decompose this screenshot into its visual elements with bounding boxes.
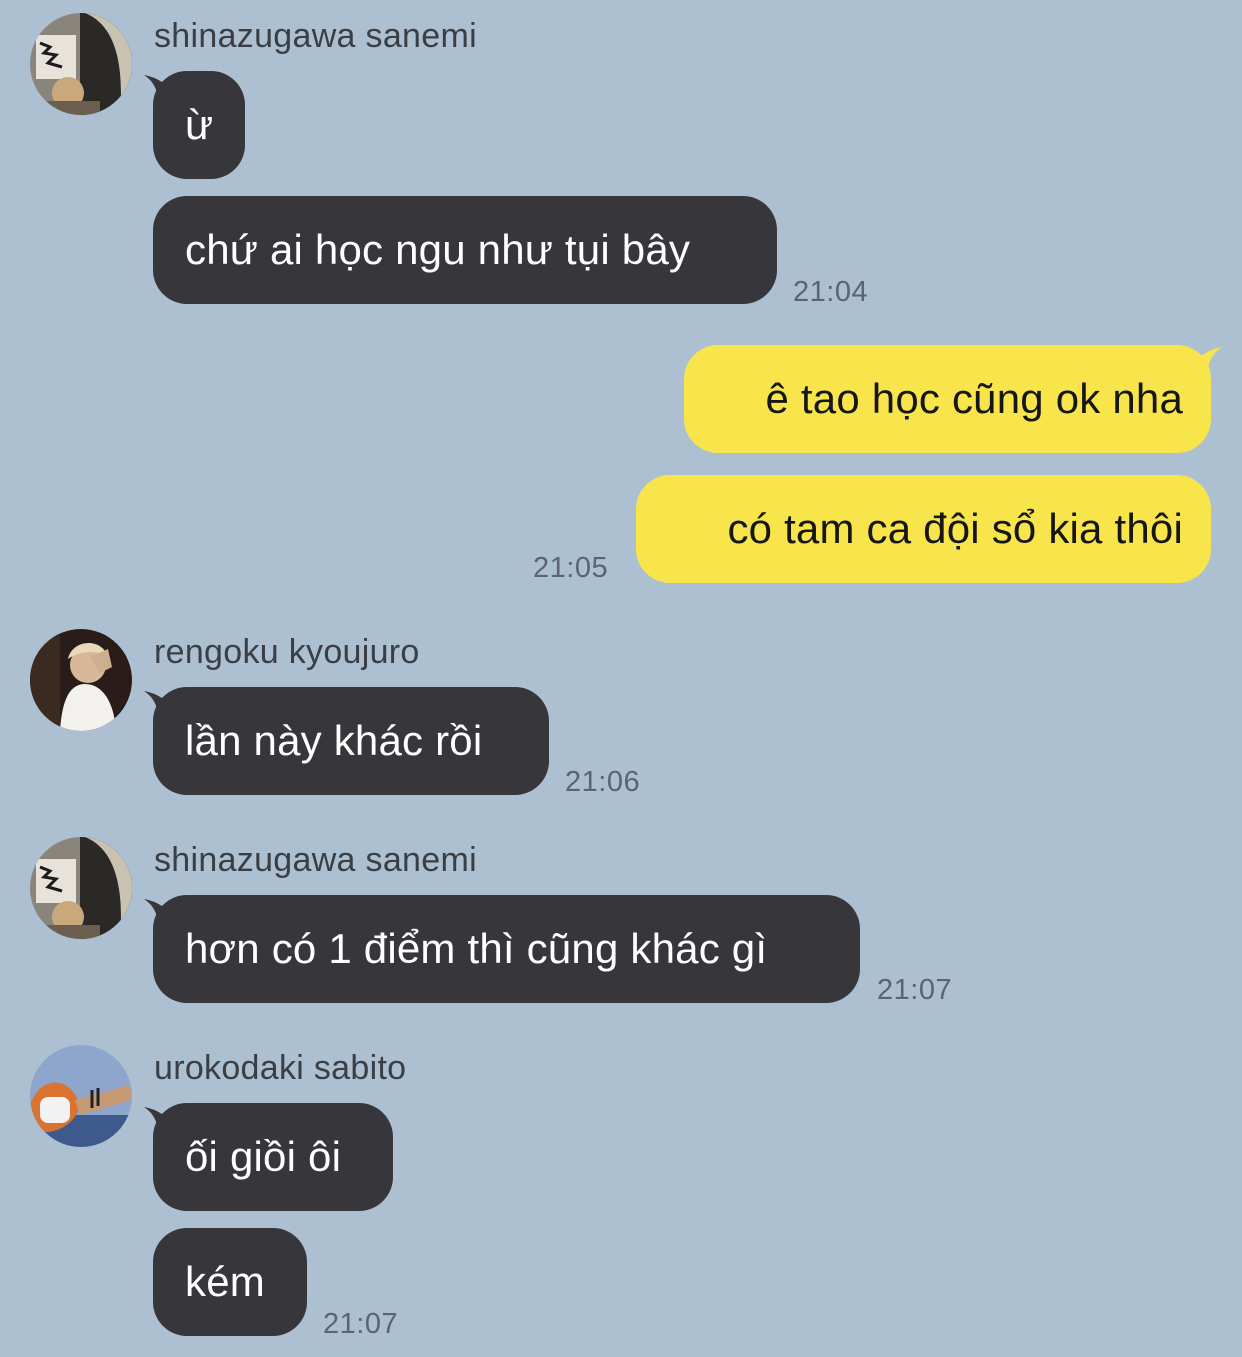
sender-name: shinazugawa sanemi bbox=[154, 841, 477, 879]
message-timestamp: 21:07 bbox=[877, 974, 953, 1006]
message-bubble-outgoing[interactable]: có tam ca đội sổ kia thôi bbox=[636, 475, 1211, 583]
message-text: ê tao học cũng ok nha bbox=[765, 375, 1183, 422]
message-bubble-incoming[interactable]: chứ ai học ngu như tụi bây bbox=[153, 196, 777, 304]
avatar-urokodaki-sabito[interactable] bbox=[30, 1045, 132, 1147]
message-timestamp: 21:06 bbox=[565, 766, 641, 798]
message-timestamp: 21:04 bbox=[793, 276, 869, 308]
message-text: hơn có 1 điểm thì cũng khác gì bbox=[185, 925, 768, 972]
avatar-rengoku-kyoujuro[interactable] bbox=[30, 629, 132, 731]
sender-name: shinazugawa sanemi bbox=[154, 17, 477, 55]
message-timestamp: 21:07 bbox=[323, 1308, 399, 1340]
sender-name: urokodaki sabito bbox=[154, 1049, 407, 1087]
message-text: kém bbox=[185, 1258, 265, 1305]
sender-name: rengoku kyoujuro bbox=[154, 633, 420, 671]
bubble-tail-icon bbox=[144, 1107, 174, 1129]
avatar-shinazugawa-sanemi[interactable] bbox=[30, 13, 132, 115]
message-bubble-incoming[interactable]: hơn có 1 điểm thì cũng khác gì bbox=[144, 895, 860, 1003]
avatar-shinazugawa-sanemi[interactable] bbox=[30, 837, 132, 939]
message-bubble-incoming[interactable]: kém bbox=[153, 1228, 307, 1336]
message-timestamp: 21:05 bbox=[533, 552, 609, 584]
message-text: ối giồi ôi bbox=[185, 1133, 342, 1180]
message-bubble-incoming[interactable]: ừ bbox=[144, 71, 245, 179]
message-text: lần này khác rồi bbox=[185, 717, 483, 764]
message-text: có tam ca đội sổ kia thôi bbox=[727, 505, 1183, 552]
bubble-tail-icon bbox=[144, 691, 174, 713]
message-text: ừ bbox=[185, 101, 214, 148]
message-bubble-incoming[interactable]: ối giồi ôi bbox=[144, 1103, 393, 1211]
message-text: chứ ai học ngu như tụi bây bbox=[185, 226, 691, 273]
bubble-tail-icon bbox=[144, 899, 174, 921]
bubble-tail-icon bbox=[144, 75, 174, 97]
message-bubble-incoming[interactable]: lần này khác rồi bbox=[144, 687, 549, 795]
message-bubble-outgoing[interactable]: ê tao học cũng ok nha bbox=[684, 345, 1222, 453]
bubble-tail-icon bbox=[1192, 347, 1222, 369]
